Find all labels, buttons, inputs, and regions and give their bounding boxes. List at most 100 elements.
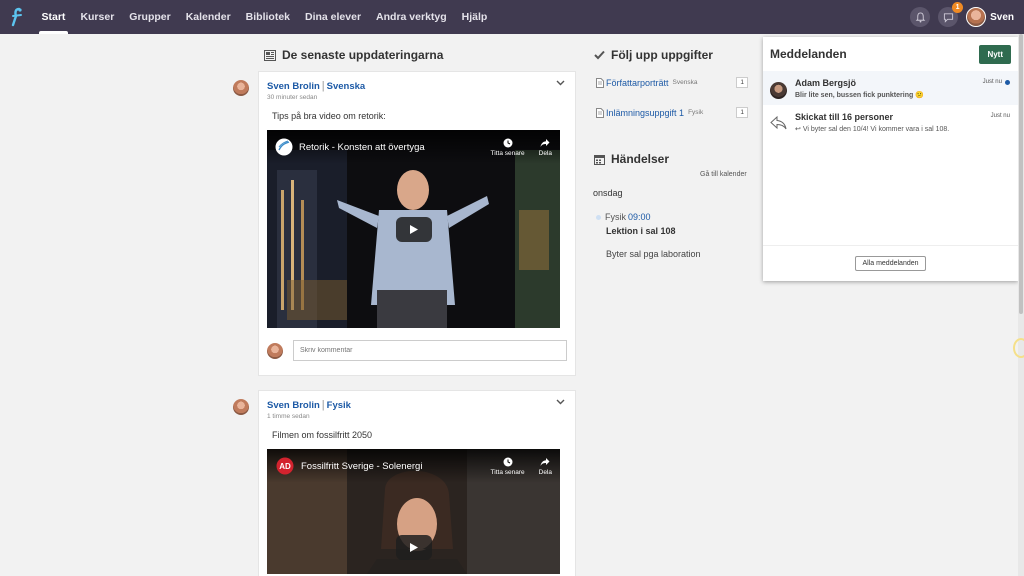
post-time: 30 minuter sedan	[267, 94, 318, 101]
tasks-title: Följ upp uppgifter	[594, 48, 713, 62]
post-course-link[interactable]: Svenska	[327, 81, 366, 92]
user-menu[interactable]: Sven	[966, 7, 1014, 27]
watch-later-label: Titta senare	[490, 468, 525, 476]
cursor-highlight	[1013, 338, 1024, 358]
separator: |	[321, 399, 325, 411]
play-icon	[409, 225, 418, 234]
task-name[interactable]: Författarporträtt	[606, 78, 669, 88]
video-title[interactable]: Retorik - Konsten att övertyga	[299, 142, 477, 153]
event-subject: Fysik	[605, 212, 626, 222]
share-label: Dela	[538, 468, 552, 476]
video-embed[interactable]: AD Fossilfritt Sverige - Solenergi Titta…	[267, 449, 560, 574]
message-sender: Adam Bergsjö	[795, 78, 857, 88]
feed-post: Sven Brolin | Fysik 1 timme sedan Filmen o…	[258, 390, 576, 576]
nav-kalender[interactable]: Kalender	[178, 0, 238, 34]
messages-button[interactable]: 1	[938, 2, 964, 27]
logo-icon	[11, 7, 22, 27]
nav-dina-elever[interactable]: Dina elever	[298, 0, 369, 34]
post-header: Sven Brolin | Fysik 1 timme sedan	[259, 391, 575, 420]
clock-icon	[503, 138, 513, 147]
nav-andra-verktyg[interactable]: Andra verktyg	[369, 0, 455, 34]
sender-avatar	[770, 82, 787, 99]
message-sender: Skickat till 16 personer	[795, 112, 894, 122]
event-dot	[596, 215, 601, 221]
task-name[interactable]: Inlämningsuppgift 1	[606, 108, 684, 118]
chevron-down-icon[interactable]	[556, 399, 565, 405]
channel-logo-icon: AD	[276, 457, 294, 475]
post-text: Tips på bra video om retorik:	[272, 111, 386, 121]
task-course: Fysik	[688, 109, 704, 116]
play-icon	[409, 543, 418, 552]
newspaper-icon	[264, 49, 276, 61]
task-course: Svenska	[672, 79, 698, 86]
message-item[interactable]: Adam Bergsjö Blir lite sen, bussen fick …	[763, 71, 1018, 105]
nav-bibliotek[interactable]: Bibliotek	[238, 0, 297, 34]
message-item[interactable]: Skickat till 16 personer ↩ Vi byter sal …	[763, 105, 1018, 139]
task-item[interactable]: Inlämningsuppgift 1 Fysik 1	[596, 107, 748, 118]
chevron-down-icon[interactable]	[556, 80, 565, 86]
post-header: Sven Brolin | Svenska 30 minuter sedan	[259, 72, 575, 101]
events-title-text: Händelser	[611, 152, 670, 166]
feed-title-text: De senaste uppdateringarna	[282, 48, 444, 62]
commenter-avatar	[267, 342, 283, 359]
post-author-link[interactable]: Sven Brolin	[267, 400, 320, 411]
clock-icon	[503, 457, 513, 466]
event-title: Lektion i sal 108	[606, 226, 676, 236]
tasks-title-text: Följ upp uppgifter	[611, 48, 713, 62]
goto-calendar-link[interactable]: Gå till kalender	[700, 171, 747, 178]
calendar-icon	[594, 154, 605, 165]
watch-later-button[interactable]: Titta senare	[491, 138, 525, 157]
post-text: Filmen om fossilfritt 2050	[272, 430, 373, 440]
share-label: Dela	[538, 149, 552, 157]
comment-row	[259, 328, 575, 375]
video-embed[interactable]: Retorik - Konsten att övertyga Titta sen…	[267, 130, 560, 328]
all-messages-button[interactable]: Alla meddelanden	[855, 256, 926, 271]
nav-kurser[interactable]: Kurser	[73, 0, 122, 34]
message-time: Just nu	[982, 79, 1002, 85]
event-weekday: onsdag	[593, 188, 623, 198]
user-avatar	[966, 7, 987, 27]
user-name: Sven	[990, 11, 1014, 23]
events-title: Händelser	[594, 152, 669, 166]
unread-indicator	[1005, 79, 1010, 85]
page-scrollbar[interactable]	[1018, 34, 1024, 576]
sent-icon: ↩	[795, 126, 801, 133]
new-message-button[interactable]: Nytt	[979, 44, 1011, 64]
watch-later-button[interactable]: Titta senare	[491, 457, 525, 476]
app-logo[interactable]	[0, 0, 34, 34]
play-button[interactable]	[395, 217, 432, 242]
scrollbar-thumb[interactable]	[1019, 34, 1023, 314]
document-icon	[596, 77, 604, 88]
play-button[interactable]	[395, 535, 432, 560]
top-right-controls: 1 Sven	[910, 0, 1014, 34]
comment-input[interactable]	[293, 340, 567, 361]
post-author-avatar[interactable]	[233, 399, 249, 415]
watch-later-label: Titta senare	[490, 149, 525, 157]
post-time: 1 timme sedan	[267, 413, 310, 420]
message-time-wrap: Just nu	[991, 113, 1010, 119]
messages-footer: Alla meddelanden	[763, 245, 1018, 281]
post-author-avatar[interactable]	[233, 80, 249, 96]
post-author-link[interactable]: Sven Brolin	[267, 81, 320, 92]
task-item[interactable]: Författarporträtt Svenska 1	[596, 77, 748, 88]
nav-hjalp[interactable]: Hjälp	[454, 0, 495, 34]
feed-post: Sven Brolin | Svenska 30 minuter sedan Tip…	[258, 71, 576, 376]
share-icon	[540, 138, 550, 147]
separator: |	[321, 80, 325, 92]
nav-grupper[interactable]: Grupper	[122, 0, 178, 34]
video-header: Retorik - Konsten att övertyga Titta sen…	[267, 130, 560, 164]
share-button[interactable]: Dela	[539, 457, 552, 476]
message-preview-text: Vi byter sal den 10/4! Vi kommer vara i …	[802, 126, 950, 133]
message-time: Just nu	[990, 113, 1010, 119]
message-body: Skickat till 16 personer ↩ Vi byter sal …	[795, 112, 1011, 133]
event-item[interactable]: Fysik 09:00 Lektion i sal 108 Byter sal p…	[596, 212, 701, 259]
post-course-link[interactable]: Fysik	[327, 400, 351, 411]
share-icon	[540, 457, 550, 466]
video-title[interactable]: Fossilfritt Sverige - Solenergi	[301, 461, 477, 472]
task-count: 1	[736, 107, 748, 118]
share-button[interactable]: Dela	[539, 138, 552, 157]
message-preview: ↩ Vi byter sal den 10/4! Vi kommer vara …	[795, 125, 1011, 133]
notifications-button[interactable]	[910, 7, 931, 27]
nav-start[interactable]: Start	[34, 0, 73, 34]
checkmark-icon	[594, 50, 605, 60]
